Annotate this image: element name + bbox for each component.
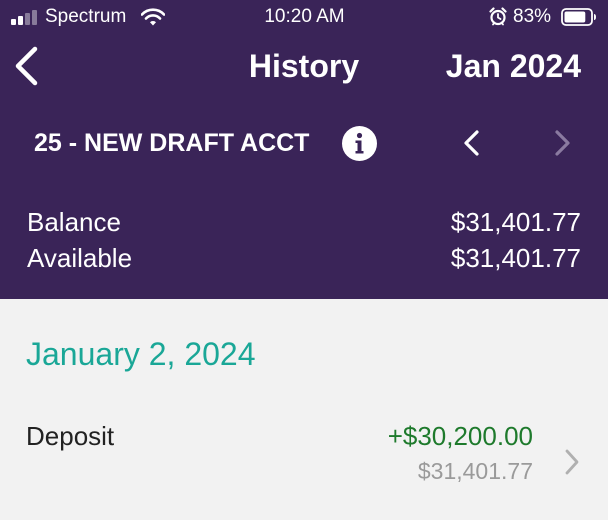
chevron-right-icon [565, 449, 579, 475]
chevron-left-icon [464, 130, 479, 156]
balance-value: $31,401.77 [450, 207, 581, 237]
info-button[interactable] [342, 126, 377, 161]
available-value: $31,401.77 [450, 243, 581, 273]
info-icon [355, 132, 364, 154]
account-name: 25 - NEW DRAFT ACCT [34, 129, 310, 157]
transaction-amount: +$30,200.00 [387, 421, 533, 451]
battery-icon [561, 8, 596, 26]
transaction-running-balance: $31,401.77 [417, 458, 533, 484]
back-button[interactable] [12, 45, 40, 87]
previous-account-button[interactable] [462, 129, 480, 157]
chevron-left-icon [15, 46, 38, 86]
month-selector[interactable]: Jan 2024 [446, 47, 581, 85]
alarm-icon [489, 7, 507, 26]
account-header: Spectrum 10:20 AM 83% History Jan 2024 2… [0, 0, 608, 299]
balance-label: Balance [27, 207, 121, 237]
battery-percent: 83% [513, 6, 552, 27]
status-bar: Spectrum 10:20 AM 83% [0, 0, 608, 34]
next-account-button[interactable] [554, 129, 572, 157]
page-title: History [248, 48, 360, 84]
transaction-description: Deposit [26, 421, 115, 451]
available-label: Available [27, 243, 133, 273]
transaction-date-header: January 2, 2024 [26, 336, 256, 372]
chevron-right-icon [555, 130, 570, 156]
